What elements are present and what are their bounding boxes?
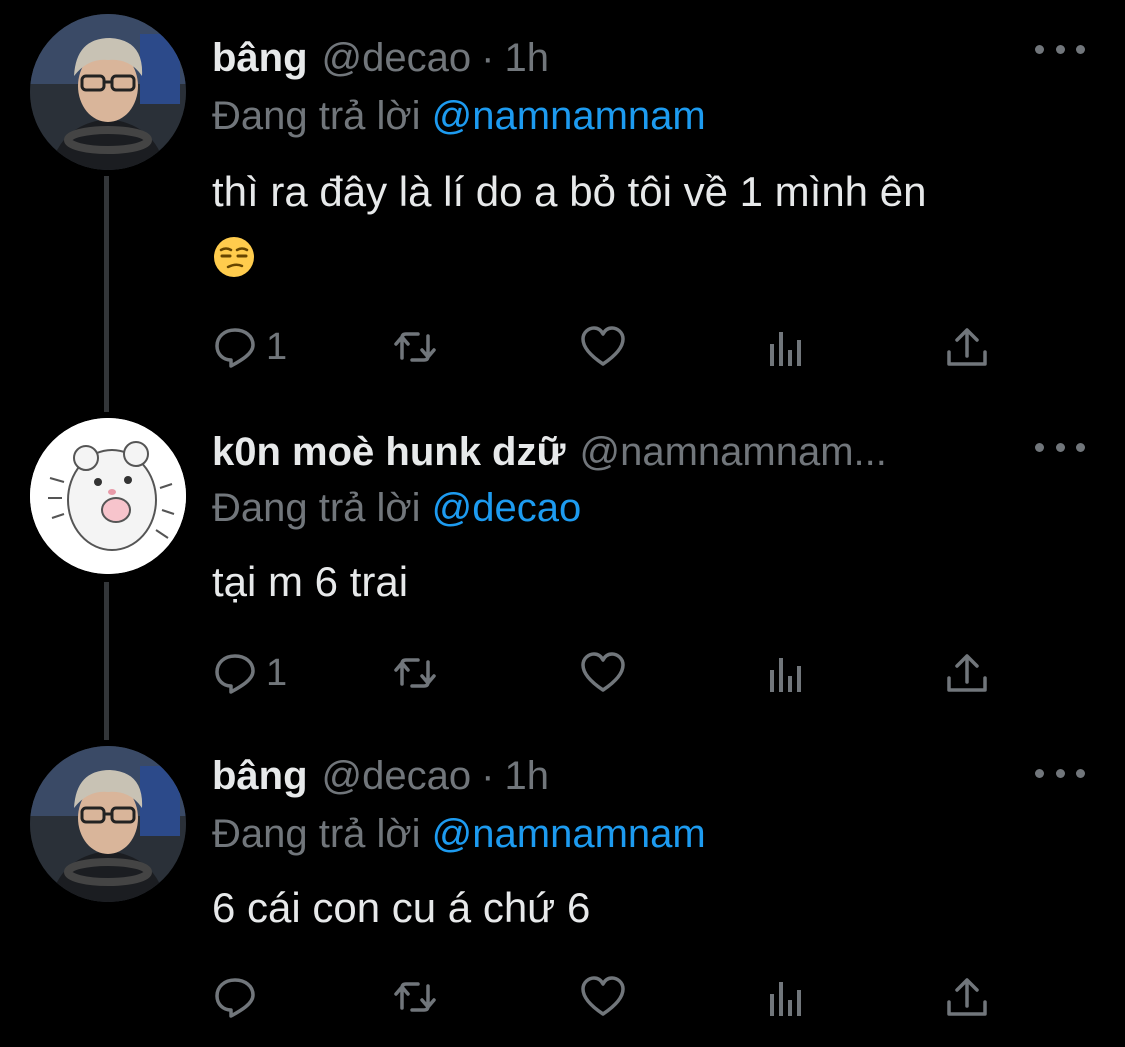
replying-to: Đang trả lời @namnamnam <box>212 810 706 858</box>
display-name[interactable]: bâng <box>212 34 308 82</box>
replying-to: Đang trả lời @namnamnam <box>212 92 706 140</box>
mention-link[interactable]: @namnamnam <box>432 94 706 138</box>
more-icon[interactable] <box>1035 34 1085 64</box>
reply-button[interactable]: 1 <box>212 648 287 698</box>
username[interactable]: @namnamnam... <box>579 428 886 476</box>
share-icon <box>947 654 987 692</box>
user-photo <box>30 746 186 902</box>
reply-button[interactable]: 1 <box>212 322 287 372</box>
tweet[interactable]: k0n moè hunk dzữ @namnamnam... Đang trả … <box>0 418 1125 718</box>
replying-to: Đang trả lời @decao <box>212 484 581 532</box>
tweet-actions: 1 <box>212 648 1012 698</box>
share-button[interactable] <box>944 972 990 1022</box>
like-button[interactable] <box>580 972 626 1022</box>
separator: · <box>481 36 495 80</box>
heart-icon <box>581 326 625 366</box>
tweet-body: 6 cái con cu á chứ 6 <box>212 884 591 931</box>
tweet[interactable]: bâng @decao · 1h Đang trả lời @namnamnam… <box>0 14 1125 394</box>
views-button[interactable] <box>764 972 810 1022</box>
tweet-body: tại m 6 trai <box>212 558 409 605</box>
username[interactable]: @decao <box>322 34 472 82</box>
hamster-avatar <box>30 418 186 574</box>
replying-to-label: Đang trả lời <box>212 486 432 530</box>
timestamp[interactable]: 1h <box>504 34 549 82</box>
replying-to-label: Đang trả lời <box>212 94 432 138</box>
like-button[interactable] <box>580 322 626 372</box>
avatar[interactable] <box>30 14 186 170</box>
mention-link[interactable]: @decao <box>432 486 582 530</box>
reply-count: 1 <box>266 651 288 694</box>
tweet-text: thì ra đây là lí do a bỏ tôi về 1 mình ê… <box>212 162 1082 282</box>
avatar[interactable] <box>30 746 186 902</box>
reply-button[interactable] <box>212 972 266 1022</box>
retweet-icon <box>394 658 436 688</box>
more-icon[interactable] <box>1035 432 1085 462</box>
share-button[interactable] <box>944 648 990 698</box>
analytics-icon <box>770 332 801 366</box>
timestamp[interactable]: 1h <box>504 752 549 800</box>
reply-icon <box>215 978 255 1018</box>
analytics-icon <box>770 982 801 1016</box>
share-button[interactable] <box>944 322 990 372</box>
tweet-text: tại m 6 trai <box>212 552 1082 612</box>
avatar[interactable] <box>30 418 186 574</box>
retweet-button[interactable] <box>392 322 438 372</box>
display-name[interactable]: bâng <box>212 752 308 800</box>
replying-to-label: Đang trả lời <box>212 812 432 856</box>
views-button[interactable] <box>764 648 810 698</box>
heart-icon <box>581 652 625 692</box>
username[interactable]: @decao <box>322 752 472 800</box>
tweet-actions <box>212 972 1012 1022</box>
heart-icon <box>581 976 625 1016</box>
tweet-body: thì ra đây là lí do a bỏ tôi về 1 mình ê… <box>212 168 927 215</box>
tweet-actions: 1 <box>212 322 1012 372</box>
user-photo <box>30 14 186 170</box>
tweet[interactable]: bâng @decao · 1h Đang trả lời @namnamnam… <box>0 746 1125 1046</box>
like-button[interactable] <box>580 648 626 698</box>
share-icon <box>947 978 987 1016</box>
retweet-button[interactable] <box>392 648 438 698</box>
reply-icon <box>215 328 255 368</box>
reply-icon <box>215 654 255 694</box>
tweet-header: bâng @decao · 1h <box>212 752 549 800</box>
views-button[interactable] <box>764 322 810 372</box>
retweet-icon <box>394 982 436 1012</box>
tweet-header: bâng @decao · 1h <box>212 34 549 82</box>
reply-thread: bâng @decao · 1h Đang trả lời @namnamnam… <box>0 0 1125 1047</box>
unamused-face-emoji <box>214 236 254 277</box>
retweet-button[interactable] <box>392 972 438 1022</box>
analytics-icon <box>770 658 801 692</box>
tweet-text: 6 cái con cu á chứ 6 <box>212 878 1082 938</box>
more-icon[interactable] <box>1035 758 1085 788</box>
separator: · <box>481 754 495 798</box>
retweet-icon <box>394 332 436 362</box>
tweet-header: k0n moè hunk dzữ @namnamnam... <box>212 428 887 476</box>
reply-count: 1 <box>266 325 288 368</box>
mention-link[interactable]: @namnamnam <box>432 812 706 856</box>
share-icon <box>947 328 987 366</box>
display-name[interactable]: k0n moè hunk dzữ <box>212 428 565 476</box>
